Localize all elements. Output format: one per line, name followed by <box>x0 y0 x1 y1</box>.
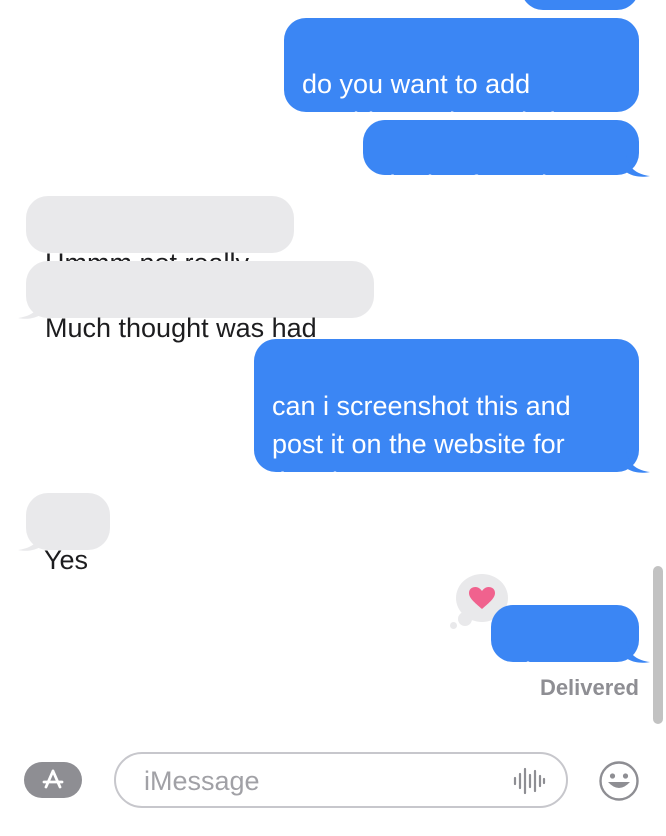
emoji-icon[interactable] <box>598 760 640 802</box>
incoming-message-bubble[interactable]: Much thought was had <box>26 261 374 343</box>
imessage-input-container <box>114 752 568 808</box>
tapback-tail-dot <box>450 622 457 629</box>
app-store-icon <box>42 769 64 789</box>
outgoing-message-bubble[interactable]: can i screenshot this and post it on the… <box>254 339 639 497</box>
scrollbar-thumb[interactable] <box>653 566 663 724</box>
incoming-message-bubble[interactable]: Hmmm not really <box>26 196 294 278</box>
delivery-status: Delivered <box>539 675 639 700</box>
heart-icon <box>469 587 495 609</box>
incoming-bubble-tail <box>18 296 42 319</box>
incoming-bubble-tail <box>18 528 42 551</box>
outgoing-message-bubble[interactable]: ok great <box>491 605 639 687</box>
imessage-input[interactable] <box>142 762 506 800</box>
app-store-button[interactable] <box>24 762 82 798</box>
outgoing-message-bubble[interactable]: do you want to add anything to the websi… <box>284 18 639 137</box>
message-text: Yes <box>44 545 89 575</box>
conversation-transcript: do you want to add anything to the websi… <box>0 0 666 730</box>
message-text: can i screenshot this and post it on the… <box>272 391 571 497</box>
previous-message-bubble-partial[interactable] <box>521 0 639 10</box>
outgoing-message-bubble[interactable]: the log for today? <box>363 120 639 200</box>
outgoing-bubble-tail <box>626 154 650 177</box>
outgoing-bubble-tail <box>626 640 650 663</box>
outgoing-bubble-tail <box>626 450 650 473</box>
message-text: the log for today? <box>382 170 591 200</box>
audio-waveform-icon[interactable] <box>512 766 546 796</box>
